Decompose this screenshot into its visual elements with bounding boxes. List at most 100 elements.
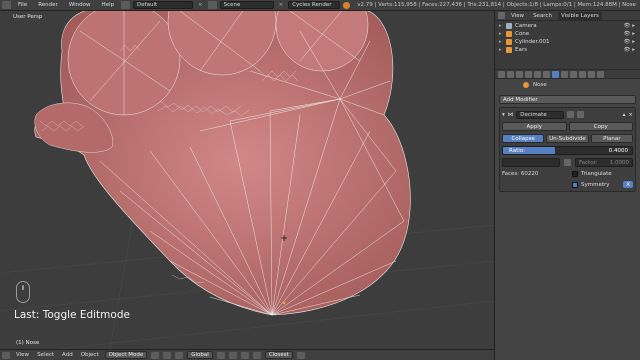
mesh-object-icon [506, 47, 512, 53]
planar-mode-button[interactable]: Planar [590, 134, 633, 143]
outliner-item[interactable]: ▸ Cone 👁 ▸ [495, 30, 640, 38]
ratio-label: Ratio: [509, 148, 525, 154]
triangulate-checkbox[interactable] [572, 170, 578, 177]
copy-button[interactable]: Copy [568, 122, 633, 131]
layout-dropdown[interactable]: Default [133, 1, 194, 9]
visibility-controls[interactable]: 👁 ▸ [624, 39, 640, 45]
editor-type-3d-icon[interactable] [2, 351, 10, 359]
decimate-modifier-icon: ⋈ [507, 111, 514, 118]
mouse-icon [16, 281, 30, 303]
menu-render[interactable]: Render [34, 2, 62, 8]
close-scene-icon[interactable]: × [277, 2, 286, 8]
unsubdivide-mode-button[interactable]: Un-Subdivide [546, 134, 589, 143]
display-in-viewport-icon[interactable] [567, 111, 575, 118]
active-object-label: (1) Nose [16, 340, 40, 346]
outliner-item[interactable]: ▸ Cylinder.001 👁 ▸ [495, 38, 640, 46]
menu-help[interactable]: Help [98, 2, 119, 8]
layers-tab-icon[interactable] [507, 71, 514, 78]
scene-stats: v2.79 | Verts:115,958 | Faces:227,436 | … [357, 2, 636, 8]
collapse-mode-button[interactable]: Collapse [502, 134, 545, 143]
object-tab-icon[interactable] [534, 71, 541, 78]
menu-select[interactable]: Select [35, 352, 56, 358]
expand-icon[interactable]: ▸ [499, 47, 503, 53]
orientation-dropdown[interactable]: Global [187, 351, 213, 359]
proportional-edit-icon[interactable] [240, 351, 249, 359]
symmetry-checkbox[interactable] [572, 181, 578, 188]
expand-icon[interactable]: ▸ [499, 31, 503, 37]
shading-icon[interactable] [151, 351, 160, 359]
invert-vertex-group-icon[interactable] [564, 159, 571, 166]
display-in-render-icon[interactable] [577, 111, 585, 118]
scene-icon [207, 1, 217, 9]
editor-type-icon[interactable] [2, 1, 11, 9]
3d-viewport[interactable]: User Persp Last: Toggle Editmode (1) Nos… [0, 11, 494, 349]
viewport-header: View Select Add Object Object Mode Globa… [0, 349, 494, 360]
mesh-object-icon [506, 39, 512, 45]
scene-dropdown[interactable]: Scene [219, 1, 274, 9]
menu-window[interactable]: Window [65, 2, 95, 8]
mesh-object-icon [506, 31, 512, 37]
outliner-view-menu[interactable]: View [508, 12, 527, 20]
collapse-arrow-icon[interactable]: ▾ [502, 112, 505, 118]
move-up-icon[interactable]: ▴ [623, 112, 626, 118]
outliner-filter-dropdown[interactable]: Visible Layers [557, 11, 602, 20]
outliner-item-label: Cylinder.001 [515, 39, 550, 45]
pivot-icon[interactable] [163, 351, 172, 359]
info-header: File Render Window Help Default × Scene … [0, 0, 640, 11]
decimate-modifier-panel: ▾ ⋈ Decimate ▴ × Apply Copy Collapse Un-… [499, 107, 636, 192]
menu-file[interactable]: File [14, 2, 31, 8]
snap-icon[interactable] [252, 351, 261, 359]
visibility-controls[interactable]: 👁 ▸ [624, 47, 640, 53]
modifier-name-field[interactable]: Decimate [516, 110, 565, 119]
outliner-item[interactable]: ▸ Ears 👁 ▸ [495, 46, 640, 54]
right-panel: View Search Visible Layers ▸ Camera 👁 ▸ … [494, 11, 640, 360]
vertex-group-field[interactable] [502, 158, 560, 167]
texture-tab-icon[interactable] [579, 71, 586, 78]
close-icon[interactable]: × [628, 112, 633, 118]
menu-object[interactable]: Object [79, 352, 101, 358]
menu-add[interactable]: Add [60, 352, 75, 358]
modifiers-wrench-icon[interactable] [552, 71, 559, 78]
render-tab-icon[interactable] [498, 71, 505, 78]
ratio-slider[interactable]: Ratio: 0.4000 [502, 146, 633, 155]
symmetry-axis-label: X [626, 181, 630, 188]
outliner-editor-icon[interactable] [498, 12, 505, 19]
close-layout-icon[interactable]: × [196, 2, 205, 8]
layout-label: Default [137, 2, 158, 8]
render-preview-icon[interactable] [296, 351, 305, 359]
data-tab-icon[interactable] [561, 71, 568, 78]
factor-value: 1.0000 [609, 159, 629, 166]
manipulator-icon[interactable] [175, 351, 184, 359]
outliner-header: View Search Visible Layers [495, 11, 640, 21]
properties-tabs [495, 69, 640, 79]
orientation-label: Global [191, 352, 209, 358]
scene-tab-icon[interactable] [516, 71, 523, 78]
visibility-controls[interactable]: 👁 ▸ [624, 23, 640, 29]
physics-tab-icon[interactable] [597, 71, 604, 78]
outliner-item[interactable]: ▸ Camera 👁 ▸ [495, 22, 640, 30]
snap-target-dropdown[interactable]: Closest [264, 351, 293, 359]
visibility-controls[interactable]: 👁 ▸ [624, 31, 640, 37]
outliner-search-menu[interactable]: Search [530, 12, 555, 20]
outliner-item-label: Cone [515, 31, 530, 37]
particles-tab-icon[interactable] [588, 71, 595, 78]
factor-field[interactable]: Factor: 1.0000 [575, 158, 633, 167]
expand-icon[interactable]: ▸ [499, 23, 503, 29]
apply-button[interactable]: Apply [502, 122, 567, 131]
mode-dropdown[interactable]: Object Mode [104, 351, 148, 359]
layer-icon-2[interactable] [228, 351, 237, 359]
world-tab-icon[interactable] [525, 71, 532, 78]
symmetry-axis-dropdown[interactable]: X [623, 181, 633, 188]
material-tab-icon[interactable] [570, 71, 577, 78]
object-origin [282, 301, 286, 305]
layer-icon-1[interactable] [216, 351, 225, 359]
render-engine-dropdown[interactable]: Cycles Render [288, 1, 341, 9]
view-label: User Persp [13, 14, 43, 20]
modifier-name-text: Decimate [520, 111, 547, 118]
mesh-object-icon [523, 82, 529, 88]
constraints-tab-icon[interactable] [543, 71, 550, 78]
expand-icon[interactable]: ▸ [499, 39, 503, 45]
ratio-value: 0.4000 [608, 148, 628, 154]
add-modifier-dropdown[interactable]: Add Modifier [499, 95, 636, 104]
menu-view[interactable]: View [14, 352, 31, 358]
